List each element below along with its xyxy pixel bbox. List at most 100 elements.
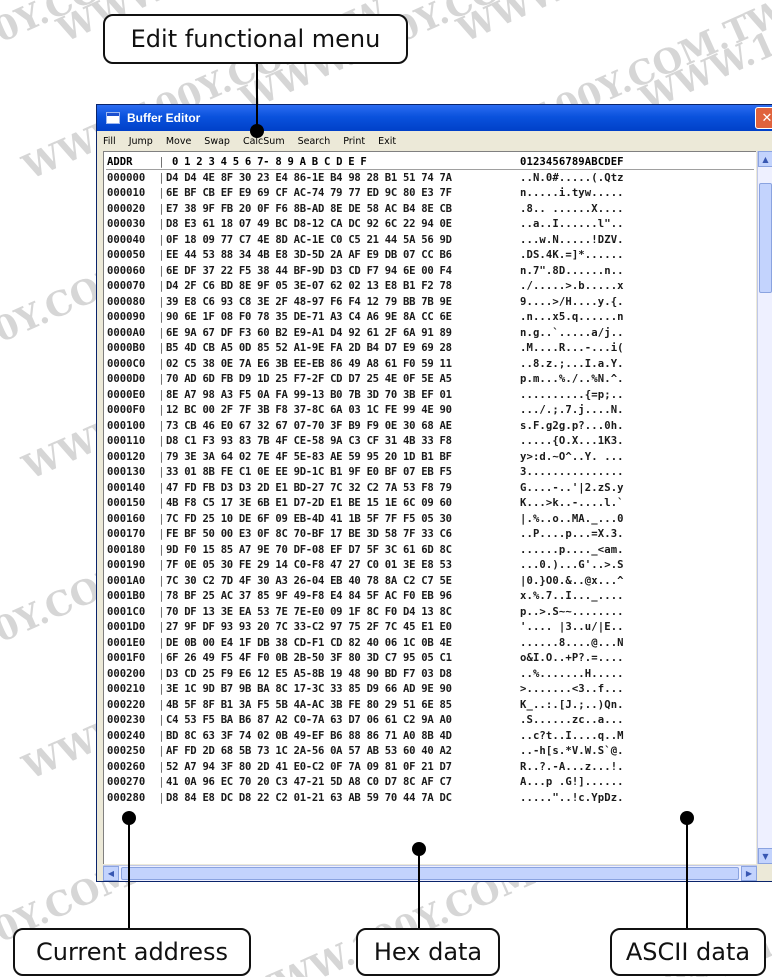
row-address[interactable]: 000240 <box>106 730 157 742</box>
row-address[interactable]: 000140 <box>106 482 157 494</box>
hex-row[interactable]: 000160 | 7C FD 25 10 DE 6F 09 EB-4D 41 1B … <box>106 511 754 527</box>
horizontal-scroll-thumb[interactable] <box>121 867 739 880</box>
hex-row[interactable]: 000030 | D8 E3 61 18 07 49 BC D8-12 CA DC … <box>106 217 754 233</box>
row-address[interactable]: 000210 <box>106 683 157 695</box>
menu-item-swap[interactable]: Swap <box>204 136 230 147</box>
hex-row[interactable]: 000070 | D4 2F C6 BD 8E 9F 05 3E-07 62 02 … <box>106 279 754 295</box>
row-hex-bytes[interactable]: D3 CD 25 F9 E6 12 E5 A5-8B 19 48 90 BD F… <box>166 668 502 680</box>
row-ascii[interactable]: K_..:.[J.;..)Qn. <box>520 699 624 711</box>
hex-row[interactable]: 000100 | 73 CB 46 E0 67 32 67 07-70 3F B9 … <box>106 418 754 434</box>
hex-row[interactable]: 000050 | EE 44 53 88 34 4B E8 3D-5D 2A AF … <box>106 248 754 264</box>
hex-row[interactable]: 0000A0 | 6E 9A 67 DF F3 60 B2 E9-A1 D4 92 … <box>106 325 754 341</box>
row-ascii[interactable]: ......p...._<am. <box>520 544 624 556</box>
row-ascii[interactable]: .8.. ......X.... <box>520 203 624 215</box>
row-address[interactable]: 000080 <box>106 296 157 308</box>
hex-row[interactable]: 000140 | 47 FD FB D3 D3 2D E1 BD-27 7C 32 … <box>106 480 754 496</box>
row-address[interactable]: 000060 <box>106 265 157 277</box>
row-ascii[interactable]: G....-..'|2.zS.y <box>520 482 624 494</box>
row-hex-bytes[interactable]: BD 8C 63 3F 74 02 0B 49-EF B6 88 86 71 A… <box>166 730 502 742</box>
hex-row[interactable]: 000020 | E7 38 9F FB 20 0F F6 8B-AD 8E DE … <box>106 201 754 217</box>
row-ascii[interactable]: n.g..`.....a/j.. <box>520 327 624 339</box>
scroll-up-icon[interactable]: ▲ <box>758 151 772 167</box>
row-hex-bytes[interactable]: E7 38 9F FB 20 0F F6 8B-AD 8E DE 58 AC B… <box>166 203 502 215</box>
hex-row[interactable]: 000210 | 3E 1C 9D B7 9B BA 8C 17-3C 33 85 … <box>106 682 754 698</box>
row-ascii[interactable]: .n...x5.q......n <box>520 311 624 323</box>
menu-item-search[interactable]: Search <box>298 136 331 147</box>
row-hex-bytes[interactable]: D8 84 E8 DC D8 22 C2 01-21 63 AB 59 70 4… <box>166 792 502 804</box>
row-ascii[interactable]: p..>.S~~........ <box>520 606 624 618</box>
row-hex-bytes[interactable]: 12 BC 00 2F 7F 3B F8 37-8C 6A 03 1C FE 9… <box>166 404 502 416</box>
hex-row[interactable]: 0000C0 | 02 C5 38 0E 7A E6 3B EE-EB 86 49 … <box>106 356 754 372</box>
row-hex-bytes[interactable]: B5 4D CB A5 0D 85 52 A1-9E FA 2D B4 D7 E… <box>166 342 502 354</box>
row-ascii[interactable]: 3............... <box>520 466 624 478</box>
row-address[interactable]: 000250 <box>106 745 157 757</box>
row-ascii[interactable]: |0.}O0.&..@x...^ <box>520 575 624 587</box>
row-address[interactable]: 0000D0 <box>106 373 157 385</box>
hex-row[interactable]: 000120 | 79 3E 3A 64 02 7E 4F 5E-83 AE 59 … <box>106 449 754 465</box>
row-hex-bytes[interactable]: 7C 30 C2 7D 4F 30 A3 26-04 EB 40 78 8A C… <box>166 575 502 587</box>
row-ascii[interactable]: ..a..I......l".. <box>520 218 624 230</box>
row-address[interactable]: 000280 <box>106 792 157 804</box>
row-hex-bytes[interactable]: C4 53 F5 BA B6 87 A2 C0-7A 63 D7 06 61 C… <box>166 714 502 726</box>
row-address[interactable]: 0001D0 <box>106 621 157 633</box>
hex-row[interactable]: 0000E0 | 8E A7 98 A3 F5 0A FA 99-13 B0 7B … <box>106 387 754 403</box>
row-ascii[interactable]: p.m...%./..%N.^. <box>520 373 624 385</box>
row-address[interactable]: 000150 <box>106 497 157 509</box>
row-ascii[interactable]: K...>k..-....l.` <box>520 497 624 509</box>
row-ascii[interactable]: '.... |3..u/|E.. <box>520 621 624 633</box>
row-address[interactable]: 0001A0 <box>106 575 157 587</box>
hex-row[interactable]: 0001C0 | 70 DF 13 3E EA 53 7E 7E-E0 09 1F … <box>106 604 754 620</box>
row-ascii[interactable]: x.%.7..I..._.... <box>520 590 624 602</box>
row-address[interactable]: 000100 <box>106 420 157 432</box>
hex-row[interactable]: 000250 | AF FD 2D 68 5B 73 1C 2A-56 0A 57 … <box>106 744 754 760</box>
row-hex-bytes[interactable]: 6E BF CB EF E9 69 CF AC-74 79 77 ED 9C 8… <box>166 187 502 199</box>
row-hex-bytes[interactable]: 6E DF 37 22 F5 38 44 BF-9D D3 CD F7 94 6… <box>166 265 502 277</box>
hex-row[interactable]: 000170 | FE BF 50 00 E3 0F 8C 70-BF 17 BE … <box>106 527 754 543</box>
hex-row[interactable]: 000260 | 52 A7 94 3F 80 2D 41 E0-C2 0F 7A … <box>106 759 754 775</box>
vertical-scrollbar[interactable]: ▲ ▼ <box>757 151 772 864</box>
row-address[interactable]: 000120 <box>106 451 157 463</box>
row-ascii[interactable]: ./.....>.b.....x <box>520 280 624 292</box>
hex-row[interactable]: 000010 | 6E BF CB EF E9 69 CF AC-74 79 77 … <box>106 186 754 202</box>
row-address[interactable]: 000040 <box>106 234 157 246</box>
hex-row[interactable]: 000240 | BD 8C 63 3F 74 02 0B 49-EF B6 88 … <box>106 728 754 744</box>
row-hex-bytes[interactable]: 73 CB 46 E0 67 32 67 07-70 3F B9 F9 0E 3… <box>166 420 502 432</box>
row-ascii[interactable]: 9....>/H....y.{. <box>520 296 624 308</box>
row-hex-bytes[interactable]: 78 BF 25 AC 37 85 9F 49-F8 E4 84 5F AC F… <box>166 590 502 602</box>
hex-row[interactable]: 000060 | 6E DF 37 22 F5 38 44 BF-9D D3 CD … <box>106 263 754 279</box>
row-hex-bytes[interactable]: 4B F8 C5 17 3E 6B E1 D7-2D E1 BE 15 1E 6… <box>166 497 502 509</box>
row-address[interactable]: 0001C0 <box>106 606 157 618</box>
row-address[interactable]: 0000E0 <box>106 389 157 401</box>
row-ascii[interactable]: ..c?t..I....q..M <box>520 730 624 742</box>
vertical-scroll-thumb[interactable] <box>759 183 772 293</box>
row-address[interactable]: 000180 <box>106 544 157 556</box>
row-hex-bytes[interactable]: 3E 1C 9D B7 9B BA 8C 17-3C 33 85 D9 66 A… <box>166 683 502 695</box>
row-ascii[interactable]: .../.;.7.j....N. <box>520 404 624 416</box>
row-hex-bytes[interactable]: 4B 5F 8F B1 3A F5 5B 4A-AC 3B FE 80 29 5… <box>166 699 502 711</box>
hex-row[interactable]: 000180 | 9D F0 15 85 A7 9E 70 DF-08 EF D7 … <box>106 542 754 558</box>
row-address[interactable]: 0000A0 <box>106 327 157 339</box>
close-button[interactable]: ✕ <box>755 107 772 129</box>
row-hex-bytes[interactable]: 33 01 8B FE C1 0E EE 9D-1C B1 9F E0 BF 0… <box>166 466 502 478</box>
hex-row[interactable]: 0001E0 | DE 0B 00 E4 1F DB 38 CD-F1 CD 82 … <box>106 635 754 651</box>
row-address[interactable]: 000070 <box>106 280 157 292</box>
hex-row[interactable]: 000190 | 7F 0E 05 30 FE 29 14 C0-F8 47 27 … <box>106 558 754 574</box>
row-ascii[interactable]: ......8....@...N <box>520 637 624 649</box>
row-ascii[interactable]: ..%.......H..... <box>520 668 624 680</box>
hex-row[interactable]: 000150 | 4B F8 C5 17 3E 6B E1 D7-2D E1 BE … <box>106 496 754 512</box>
menu-item-print[interactable]: Print <box>343 136 365 147</box>
hex-row[interactable]: 000040 | 0F 18 09 77 C7 4E 8D AC-1E C0 C5 … <box>106 232 754 248</box>
scroll-down-icon[interactable]: ▼ <box>758 848 772 864</box>
row-hex-bytes[interactable]: 0F 18 09 77 C7 4E 8D AC-1E C0 C5 21 44 5… <box>166 234 502 246</box>
row-address[interactable]: 000000 <box>106 172 157 184</box>
row-address[interactable]: 000270 <box>106 776 157 788</box>
hex-row[interactable]: 000130 | 33 01 8B FE C1 0E EE 9D-1C B1 9F … <box>106 465 754 481</box>
row-hex-bytes[interactable]: 7C FD 25 10 DE 6F 09 EB-4D 41 1B 5F 7F F… <box>166 513 502 525</box>
row-hex-bytes[interactable]: 41 0A 96 EC 70 20 C3 47-21 5D A8 C0 D7 8… <box>166 776 502 788</box>
row-hex-bytes[interactable]: DE 0B 00 E4 1F DB 38 CD-F1 CD 82 40 06 1… <box>166 637 502 649</box>
row-hex-bytes[interactable]: D4 D4 4E 8F 30 23 E4 86-1E B4 98 28 B1 5… <box>166 172 502 184</box>
row-hex-bytes[interactable]: FE BF 50 00 E3 0F 8C 70-BF 17 BE 3D 58 7… <box>166 528 502 540</box>
row-hex-bytes[interactable]: D8 C1 F3 93 83 7B 4F CE-58 9A C3 CF 31 4… <box>166 435 502 447</box>
hex-row[interactable]: 0000F0 | 12 BC 00 2F 7F 3B F8 37-8C 6A 03 … <box>106 403 754 419</box>
menu-item-fill[interactable]: Fill <box>103 136 116 147</box>
